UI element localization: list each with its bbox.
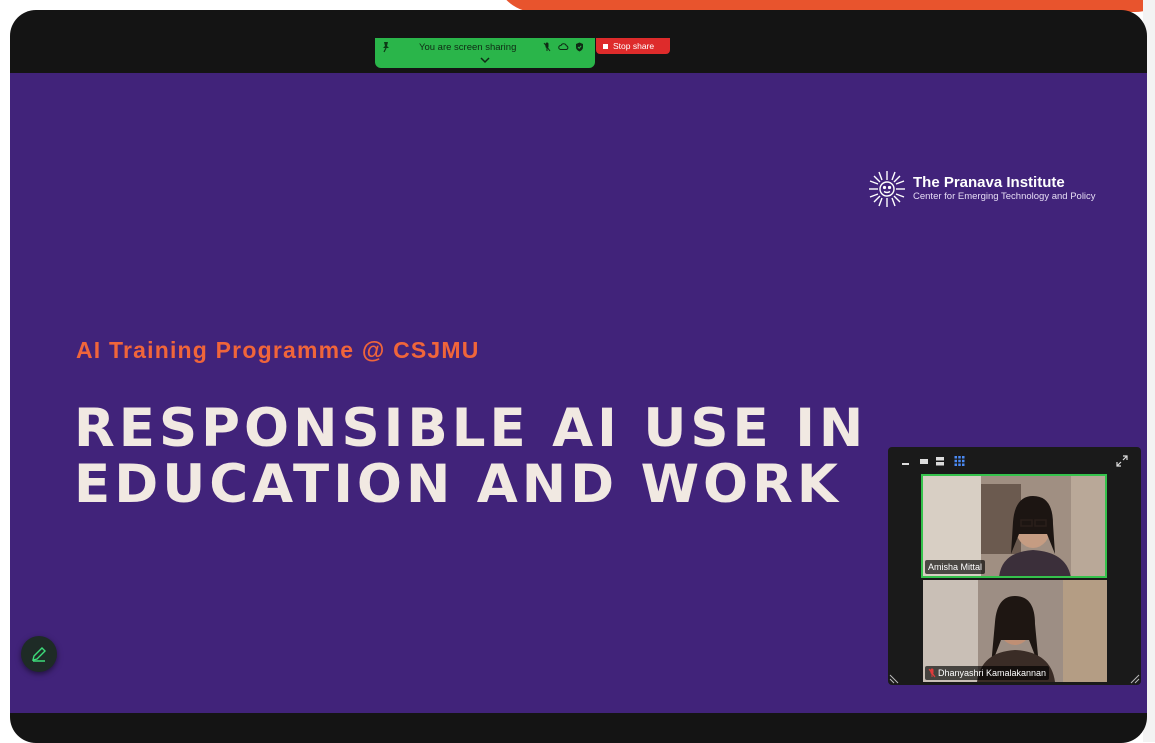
slide-title-line-1: RESPONSIBLE AI USE IN xyxy=(74,398,868,459)
resize-handle-left[interactable] xyxy=(889,674,899,684)
cloud-icon[interactable] xyxy=(557,42,569,51)
participant-name-label: Dhanyashri Kamalakannan xyxy=(925,666,1050,680)
brand-block: The Pranava Institute Center for Emergin… xyxy=(867,169,1096,209)
muted-mic-icon xyxy=(928,668,936,678)
shield-icon[interactable] xyxy=(575,42,584,52)
slide-subtitle: AI Training Programme @ CSJMU xyxy=(76,337,480,363)
stop-icon xyxy=(603,43,608,49)
mic-icon[interactable] xyxy=(543,42,551,52)
screen-share-bar[interactable]: You are screen sharing xyxy=(375,38,595,68)
chevron-down-icon[interactable] xyxy=(480,57,490,64)
screen-share-status: You are screen sharing xyxy=(419,42,517,53)
resize-handle-right[interactable] xyxy=(1130,674,1140,684)
video-tile-dhanyashri[interactable]: Dhanyashri Kamalakannan xyxy=(923,580,1107,682)
slide-title-line-2: EDUCATION AND WORK xyxy=(74,454,842,515)
brand-name: The Pranava Institute xyxy=(913,174,1065,191)
slide-title: RESPONSIBLE AI USE IN EDUCATION AND WORK xyxy=(74,401,934,513)
pranava-logo-icon xyxy=(869,171,905,207)
pin-icon[interactable] xyxy=(381,41,391,53)
brand-tagline: Center for Emerging Technology and Polic… xyxy=(913,191,1096,202)
stop-share-button[interactable]: Stop share xyxy=(596,38,670,54)
speaker-view-icon[interactable] xyxy=(919,455,929,467)
gallery-view-icon[interactable] xyxy=(954,455,965,467)
pencil-icon xyxy=(32,647,46,662)
expand-icon[interactable] xyxy=(1116,455,1128,467)
stop-share-label: Stop share xyxy=(613,41,655,51)
brand-text: The Pranava Institute Center for Emergin… xyxy=(913,175,1096,203)
share-bar-icons xyxy=(543,41,584,52)
annotate-button[interactable] xyxy=(21,636,57,672)
meeting-window: The Pranava Institute Center for Emergin… xyxy=(10,10,1147,743)
strip-view-icon[interactable] xyxy=(935,455,945,467)
participant-name: Dhanyashri Kamalakannan xyxy=(938,668,1047,678)
video-tile-amisha[interactable]: Amisha Mittal xyxy=(921,474,1107,578)
participant-name: Amisha Mittal xyxy=(928,562,983,572)
participant-gallery[interactable]: Amisha Mittal Dhanyashri Kamalakannan xyxy=(888,447,1141,685)
participant-name-label: Amisha Mittal xyxy=(925,560,986,574)
minimize-icon[interactable] xyxy=(901,455,910,467)
